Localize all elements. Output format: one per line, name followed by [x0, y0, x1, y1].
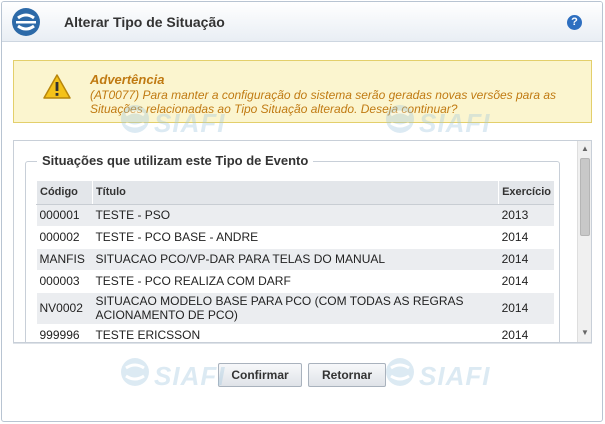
warning-box: Advertência (AT0077) Para manter a confi…	[13, 60, 592, 123]
table-row[interactable]: NV0002 SITUACAO MODELO BASE PARA PCO (CO…	[36, 292, 554, 325]
dialog-window: Alterar Tipo de Situação ? Advertência (…	[1, 1, 603, 422]
warning-message: (AT0077) Para manter a configuração do s…	[90, 88, 557, 116]
cell-titulo: SITUACAO MODELO BASE PARA PCO (COM TODAS…	[92, 292, 499, 325]
cell-codigo: 999996	[36, 324, 93, 342]
cell-codigo: 000001	[36, 204, 93, 227]
warning-icon	[43, 74, 71, 99]
siafi-logo-icon	[12, 8, 40, 36]
cell-titulo: TESTE - PCO REALIZA COM DARF	[92, 270, 499, 293]
table-row[interactable]: 000003 TESTE - PCO REALIZA COM DARF 2014	[36, 270, 554, 293]
situations-legend: Situações que utilizam este Tipo de Even…	[37, 153, 314, 168]
confirm-button[interactable]: Confirmar	[218, 363, 302, 387]
table-row[interactable]: 000001 TESTE - PSO 2013	[36, 204, 554, 227]
column-header-codigo[interactable]: Código	[36, 181, 93, 205]
scroll-thumb[interactable]	[580, 158, 590, 236]
cell-codigo: 000003	[36, 270, 93, 293]
panel-scrollbar[interactable]: ▲ ▼	[577, 141, 591, 342]
situations-table: Código Título Exercício 000001 TESTE - P…	[36, 181, 554, 342]
cell-titulo: TESTE - PCO BASE - ANDRE	[92, 226, 499, 249]
warning-title: Advertência	[90, 72, 165, 87]
return-button[interactable]: Retornar	[308, 363, 386, 387]
cell-titulo: TESTE - PSO	[92, 204, 499, 227]
cell-titulo: TESTE ERICSSON	[92, 324, 499, 342]
dialog-title: Alterar Tipo de Situação	[64, 14, 225, 30]
table-row[interactable]: 999996 TESTE ERICSSON 2014	[36, 324, 554, 342]
scroll-down-arrow-icon[interactable]: ▼	[578, 326, 591, 340]
cell-exercicio: 2014	[498, 248, 554, 271]
cell-exercicio: 2014	[498, 324, 554, 342]
column-header-titulo[interactable]: Título	[91, 181, 499, 205]
table-row[interactable]: 000002 TESTE - PCO BASE - ANDRE 2014	[36, 226, 554, 249]
dialog-button-bar: Confirmar Retornar	[13, 343, 592, 405]
cell-exercicio: 2014	[498, 226, 554, 249]
situations-panel: Situações que utilizam este Tipo de Even…	[13, 140, 592, 343]
cell-titulo: SITUACAO PCO/VP-DAR PARA TELAS DO MANUAL	[92, 248, 499, 271]
help-icon[interactable]: ?	[567, 15, 582, 30]
cell-exercicio: 2013	[498, 204, 554, 227]
cell-codigo: NV0002	[36, 292, 93, 325]
cell-exercicio: 2014	[498, 292, 554, 325]
cell-codigo: MANFIS	[36, 248, 93, 271]
column-header-exercicio[interactable]: Exercício	[498, 181, 554, 205]
dialog-titlebar: Alterar Tipo de Situação ?	[2, 2, 602, 42]
table-row[interactable]: MANFIS SITUACAO PCO/VP-DAR PARA TELAS DO…	[36, 248, 554, 271]
cell-codigo: 000002	[36, 226, 93, 249]
scroll-up-arrow-icon[interactable]: ▲	[578, 142, 591, 156]
cell-exercicio: 2014	[498, 270, 554, 293]
table-header-row: Código Título Exercício	[36, 181, 554, 205]
